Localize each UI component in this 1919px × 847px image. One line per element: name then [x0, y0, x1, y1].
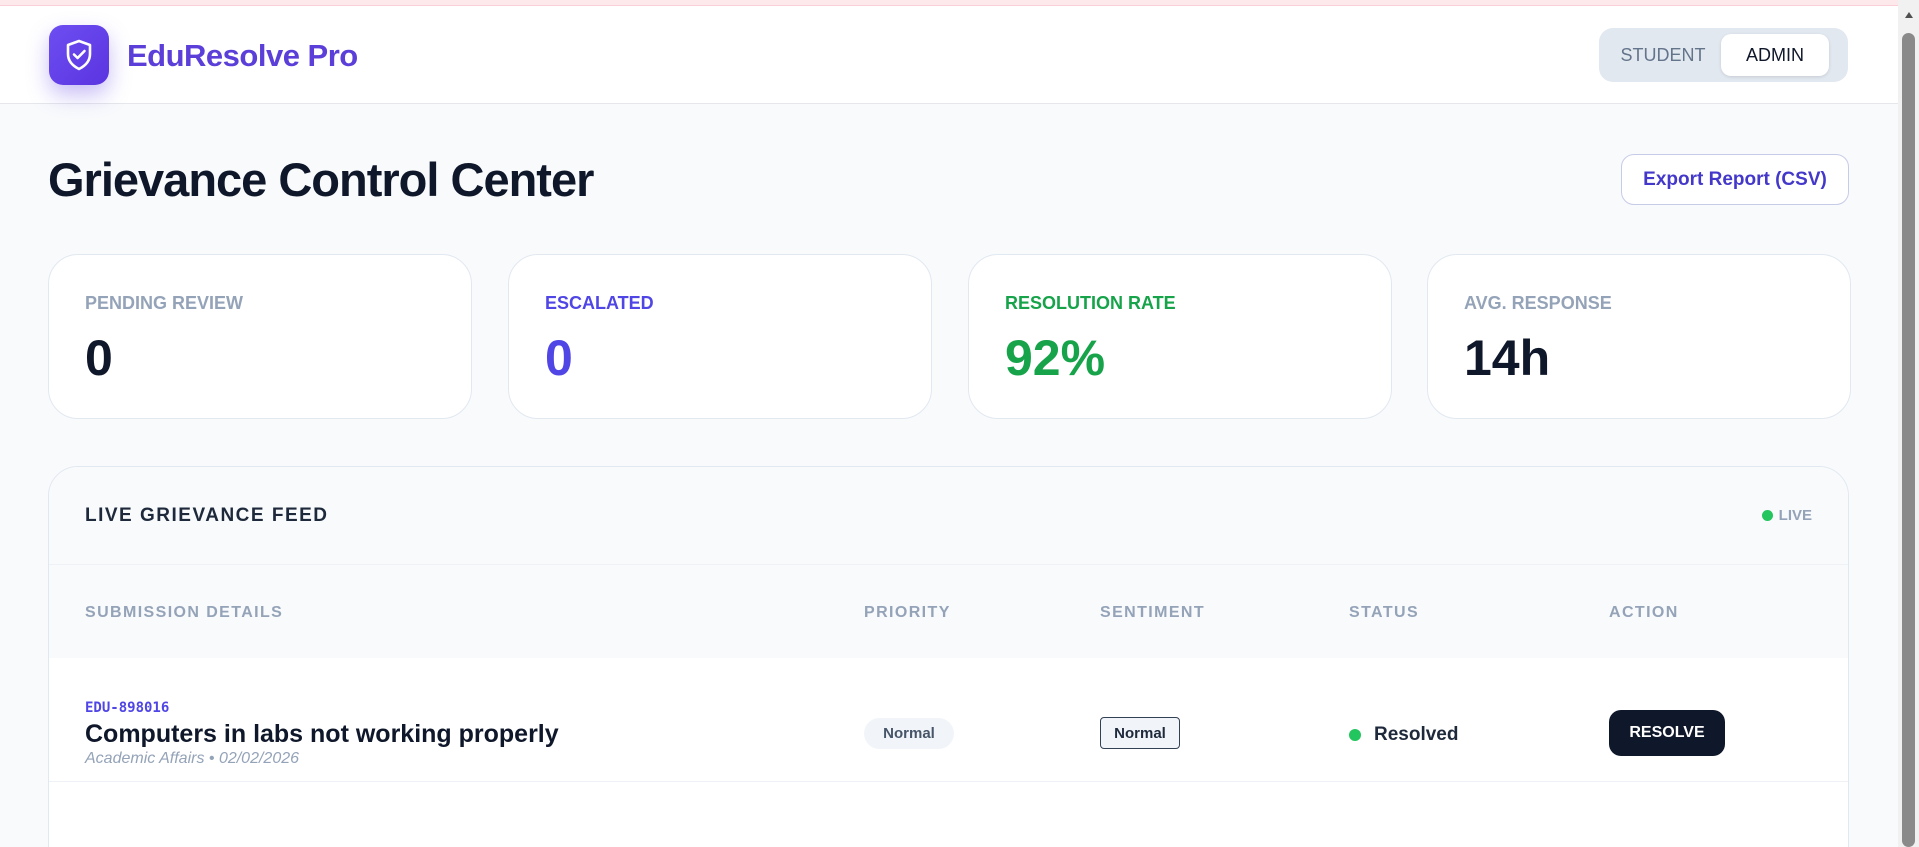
grievance-meta: Academic Affairs • 02/02/2026	[85, 750, 300, 767]
scroll-up-arrow-icon[interactable]	[1898, 4, 1919, 26]
stat-value: 92%	[1005, 330, 1106, 386]
stat-card-escalated: ESCALATED 0	[508, 254, 932, 419]
scrollbar-thumb[interactable]	[1902, 33, 1915, 847]
sentiment-badge: Normal	[1100, 717, 1180, 749]
grievance-id: EDU-898016	[85, 700, 170, 716]
grievance-title: Computers in labs not working properly	[85, 720, 559, 748]
column-header-priority: PRIORITY	[864, 604, 951, 621]
stat-label: RESOLUTION RATE	[1005, 293, 1176, 313]
role-toggle: STUDENT ADMIN	[1599, 28, 1848, 82]
table-row: EDU-898016 Computers in labs not working…	[49, 658, 1848, 782]
column-header-action: ACTION	[1609, 604, 1679, 621]
column-header-status: STATUS	[1349, 604, 1420, 621]
live-indicator: LIVE	[1761, 507, 1812, 524]
status-indicator: Resolved	[1349, 724, 1458, 746]
column-header-sentiment: SENTIMENT	[1100, 604, 1206, 621]
stat-label: PENDING REVIEW	[85, 293, 244, 313]
stat-value: 0	[545, 330, 573, 386]
stat-card-resolution-rate: RESOLUTION RATE 92%	[968, 254, 1392, 419]
live-dot-icon	[1761, 510, 1773, 521]
feed-header: LIVE GRIEVANCE FEED LIVE	[49, 467, 1848, 565]
stat-label: ESCALATED	[545, 293, 654, 313]
live-label: LIVE	[1778, 507, 1812, 524]
column-header-submission-details: SUBMISSION DETAILS	[85, 604, 284, 621]
role-student-button[interactable]: STUDENT	[1605, 34, 1721, 76]
status-text: Resolved	[1374, 724, 1459, 745]
app-header: EduResolve Pro STUDENT ADMIN	[0, 6, 1898, 104]
role-admin-button[interactable]: ADMIN	[1721, 34, 1829, 76]
stat-value: 0	[85, 330, 113, 386]
export-report-button[interactable]: Export Report (CSV)	[1621, 154, 1849, 205]
stat-value: 14h	[1464, 330, 1551, 386]
grievance-feed-panel: LIVE GRIEVANCE FEED LIVE SUBMISSION DETA…	[48, 466, 1849, 847]
brand-name: EduResolve Pro	[127, 38, 358, 73]
table-header: SUBMISSION DETAILS PRIORITY SENTIMENT ST…	[49, 565, 1848, 658]
priority-badge: Normal	[864, 718, 954, 749]
stat-card-pending-review: PENDING REVIEW 0	[48, 254, 472, 419]
resolve-button[interactable]: RESOLVE	[1609, 710, 1725, 756]
page-title: Grievance Control Center	[48, 153, 594, 206]
vertical-scrollbar[interactable]	[1898, 0, 1919, 847]
stat-card-avg-response: AVG. RESPONSE 14h	[1427, 254, 1851, 419]
shield-check-icon	[49, 25, 109, 85]
stat-label: AVG. RESPONSE	[1464, 293, 1612, 313]
feed-title: LIVE GRIEVANCE FEED	[85, 505, 329, 526]
status-dot-icon	[1349, 729, 1361, 741]
